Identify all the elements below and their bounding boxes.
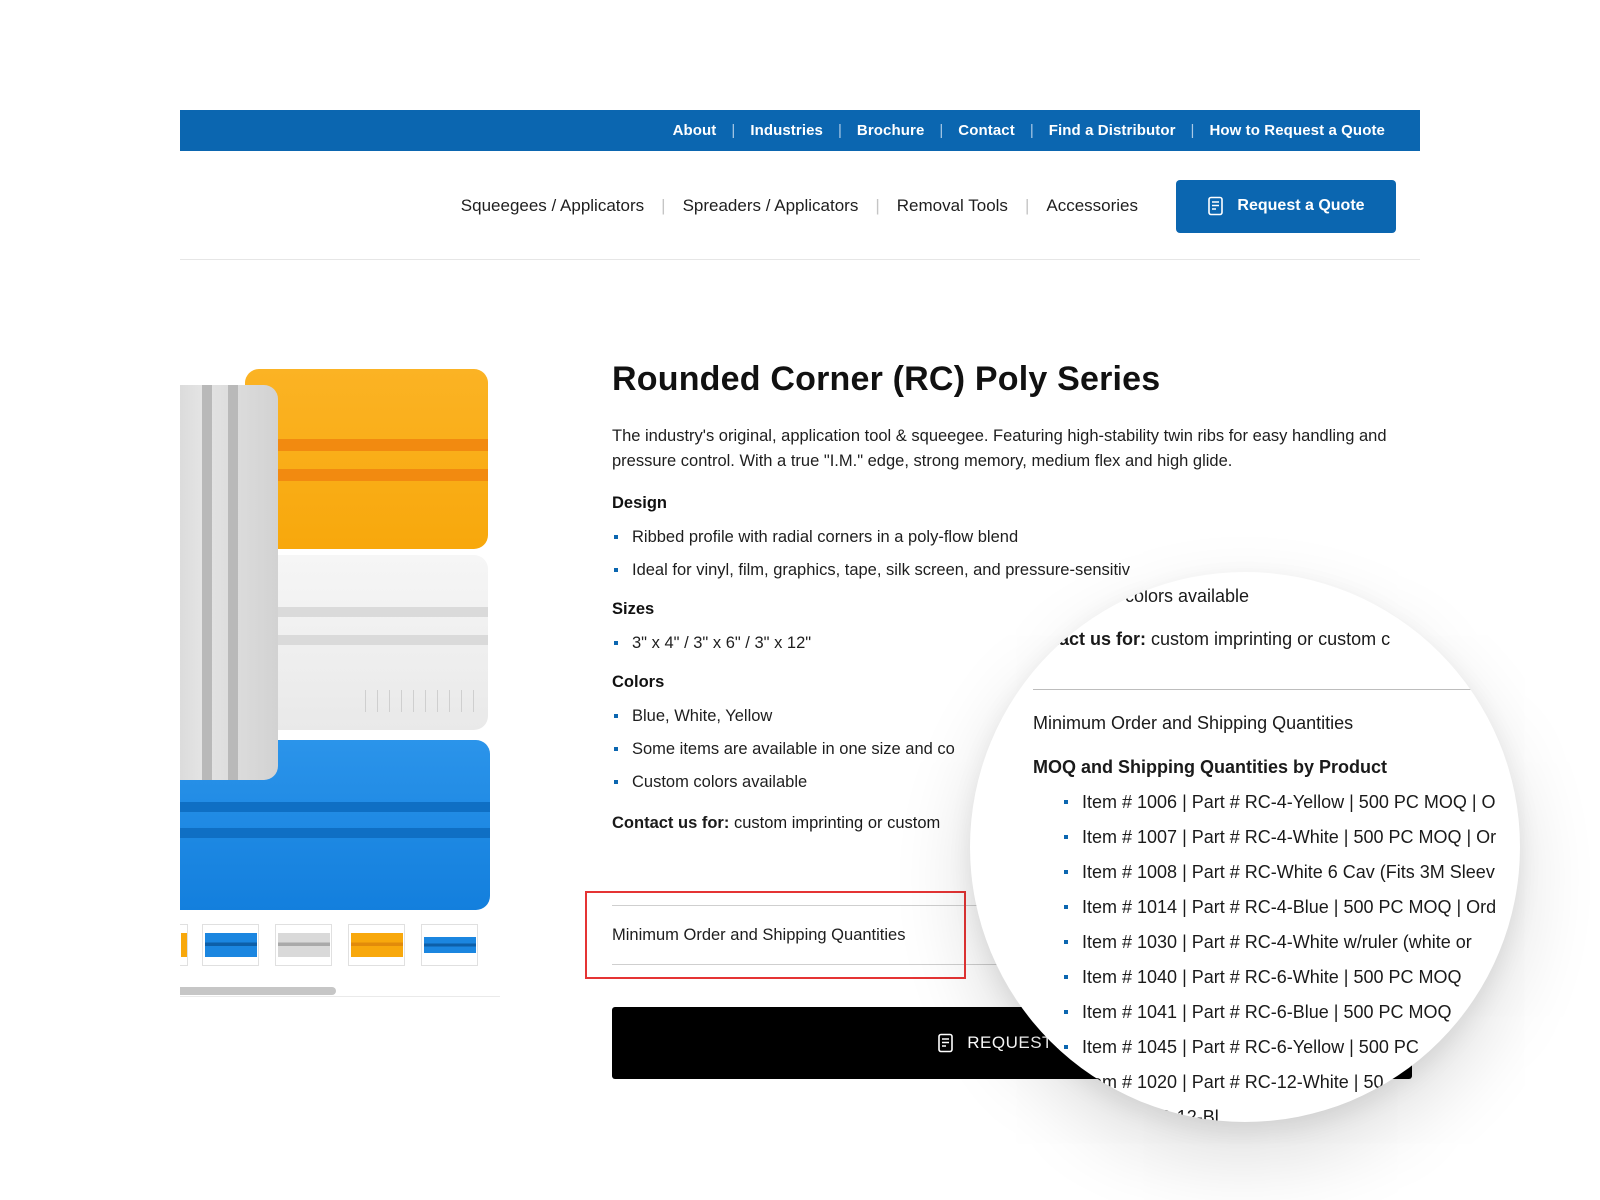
- magnified-contact-label: tact us for:: [1053, 629, 1147, 649]
- magnified-divider: [1033, 689, 1473, 690]
- thumbnail-blue-2[interactable]: [421, 924, 478, 966]
- nav-squeegees-link[interactable]: Squeegees / Applicators: [461, 196, 644, 216]
- yellow-squeegee-image: [245, 369, 488, 549]
- nav-accessories-link[interactable]: Accessories: [1046, 196, 1138, 216]
- thumbnail-strip: [180, 924, 500, 966]
- thumbnail-yellow[interactable]: [348, 924, 405, 966]
- nav-separator: |: [838, 122, 842, 139]
- moq-item: Item # 1040 | Part # RC-6-White | 500 PC…: [1062, 966, 1496, 1001]
- gallery-scrollbar-thumb[interactable]: [180, 987, 336, 995]
- nav-separator: |: [875, 196, 880, 215]
- nav-about-link[interactable]: About: [673, 122, 717, 139]
- thumbnail-partial[interactable]: [180, 924, 188, 966]
- product-gallery: [180, 365, 500, 1005]
- magnified-text: colors available: [1125, 586, 1250, 606]
- moq-item: Item # 1014 | Part # RC-4-Blue | 500 PC …: [1062, 896, 1496, 931]
- moq-item: Item # 1020 | Part # RC-12-White | 50: [1062, 1071, 1496, 1106]
- nav-separator: |: [1024, 196, 1030, 215]
- nav-separator: |: [939, 122, 944, 139]
- top-utility-nav: About | Industries | Brochure | Contact …: [180, 110, 1420, 151]
- magnified-accordion-label[interactable]: Minimum Order and Shipping Quantities: [1033, 713, 1353, 734]
- nav-request-quote-howto-link[interactable]: How to Request a Quote: [1209, 122, 1385, 139]
- moq-list: Item # 1006 | Part # RC-4-Yellow | 500 P…: [1062, 791, 1496, 1122]
- product-description: The industry's original, application too…: [612, 427, 1387, 470]
- thumbnail-white[interactable]: [275, 924, 332, 966]
- nav-separator: |: [1029, 122, 1034, 139]
- gallery-scrollbar[interactable]: [180, 987, 500, 997]
- moq-heading: MOQ and Shipping Quantities by Product: [1033, 757, 1388, 777]
- moq-item: Item # 1006 | Part # RC-4-Yellow | 500 P…: [1062, 791, 1496, 826]
- nav-brochure-link[interactable]: Brochure: [857, 122, 924, 139]
- request-quote-label: Request a Quote: [1237, 197, 1365, 214]
- magnified-contact-text: custom imprinting or custom c: [1151, 629, 1391, 649]
- thumbnail-blue[interactable]: [202, 924, 259, 966]
- nav-separator: |: [731, 122, 736, 139]
- nav-separator: |: [1190, 122, 1195, 139]
- list-item: Ribbed profile with radial corners in a …: [612, 527, 1402, 547]
- white-squeegee-image: [245, 555, 488, 730]
- contact-text: custom imprinting or custom: [733, 814, 941, 832]
- nav-contact-link[interactable]: Contact: [958, 122, 1015, 139]
- nav-separator: |: [661, 196, 666, 215]
- nav-spreaders-link[interactable]: Spreaders / Applicators: [683, 196, 859, 216]
- main-nav: Squeegees / Applicators | Spreaders / Ap…: [180, 178, 1396, 234]
- moq-item: Item # 1008 | Part # RC-White 6 Cav (Fit…: [1062, 861, 1496, 896]
- magnifier-callout: colors available tact us for: custom imp…: [970, 572, 1520, 1122]
- header-divider: [180, 259, 1420, 260]
- magnified-contact-line: tact us for: custom imprinting or custom…: [1053, 629, 1390, 650]
- highlight-box: [585, 891, 966, 979]
- nav-industries-link[interactable]: Industries: [750, 122, 823, 139]
- moq-item: Item # 1007 | Part # RC-4-White | 500 PC…: [1062, 826, 1496, 861]
- product-title: Rounded Corner (RC) Poly Series: [612, 360, 1161, 398]
- moq-item: Item # 1030 | Part # RC-4-White w/ruler …: [1062, 931, 1496, 966]
- design-heading: Design: [612, 494, 668, 512]
- document-icon: [1208, 196, 1224, 216]
- nav-find-distributor-link[interactable]: Find a Distributor: [1049, 122, 1176, 139]
- nav-removal-tools-link[interactable]: Removal Tools: [897, 196, 1008, 216]
- gray-squeegee-image: [180, 385, 278, 780]
- document-icon: [938, 1033, 954, 1053]
- contact-label: Contact us for:: [612, 814, 730, 832]
- moq-item: | Part # RC-12-Bl: [1062, 1106, 1496, 1122]
- moq-item: Item # 1045 | Part # RC-6-Yellow | 500 P…: [1062, 1036, 1496, 1071]
- request-quote-button[interactable]: Request a Quote: [1176, 179, 1396, 233]
- moq-item: Item # 1041 | Part # RC-6-Blue | 500 PC …: [1062, 1001, 1496, 1036]
